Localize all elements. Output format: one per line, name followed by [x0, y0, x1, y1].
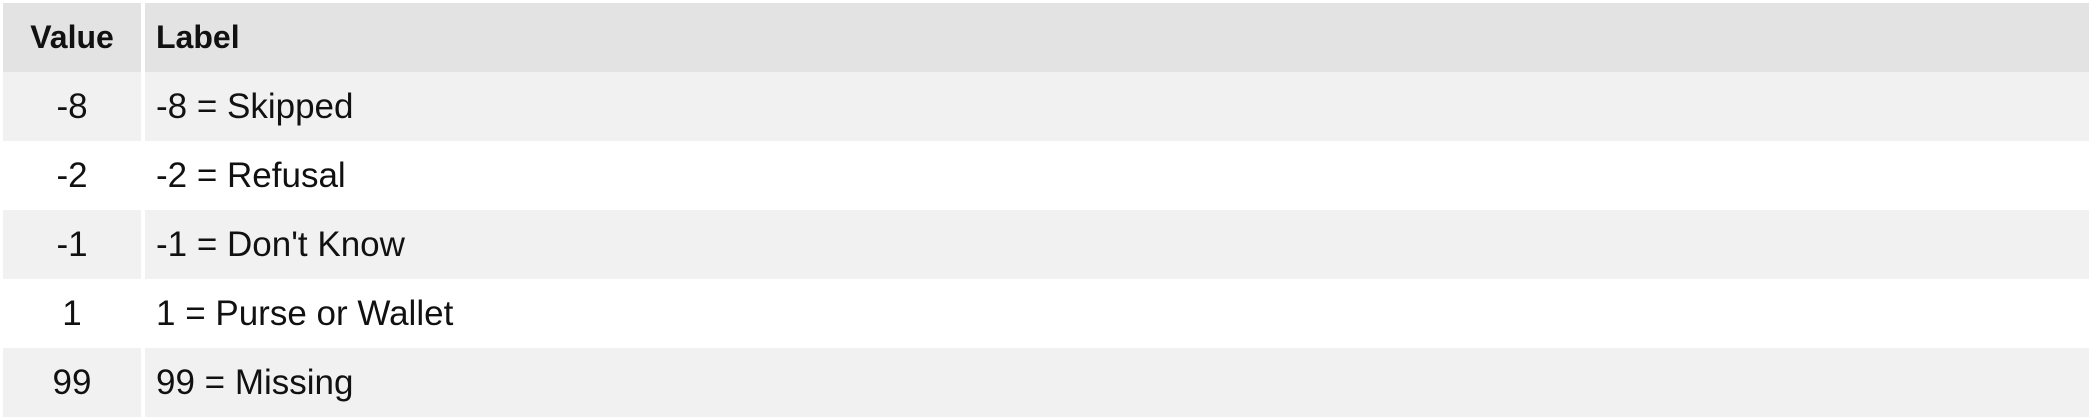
- row-label: 1 = Purse or Wallet: [145, 279, 2089, 348]
- table-row: -2 -2 = Refusal: [3, 141, 2089, 210]
- row-value: -2: [3, 141, 145, 210]
- header-value: Value: [3, 3, 145, 72]
- table-row: 99 99 = Missing: [3, 348, 2089, 417]
- row-label: 99 = Missing: [145, 348, 2089, 417]
- value-label-table: Value Label -8 -8 = Skipped -2 -2 = Refu…: [3, 3, 2089, 417]
- row-label: -8 = Skipped: [145, 72, 2089, 141]
- row-value: -8: [3, 72, 145, 141]
- value-label-table-container: Value Label -8 -8 = Skipped -2 -2 = Refu…: [3, 3, 2089, 417]
- row-value: 99: [3, 348, 145, 417]
- row-value: -1: [3, 210, 145, 279]
- header-label: Label: [145, 3, 2089, 72]
- table-row: -1 -1 = Don't Know: [3, 210, 2089, 279]
- table-header-row: Value Label: [3, 3, 2089, 72]
- row-label: -1 = Don't Know: [145, 210, 2089, 279]
- table-row: -8 -8 = Skipped: [3, 72, 2089, 141]
- table-row: 1 1 = Purse or Wallet: [3, 279, 2089, 348]
- row-value: 1: [3, 279, 145, 348]
- row-label: -2 = Refusal: [145, 141, 2089, 210]
